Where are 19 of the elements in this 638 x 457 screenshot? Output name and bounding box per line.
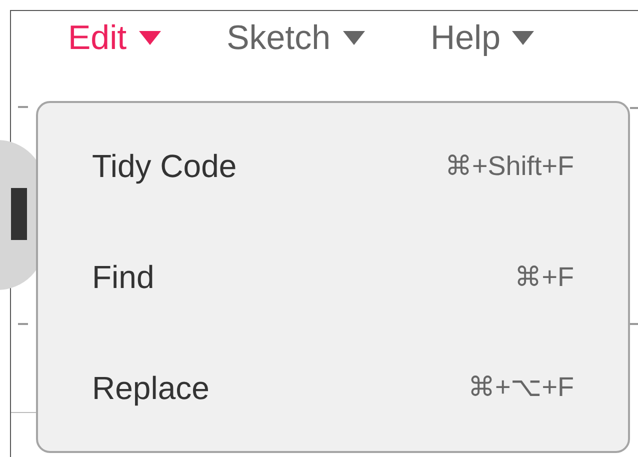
caret-icon	[342, 31, 365, 45]
dark-block	[11, 188, 27, 240]
caret-icon	[138, 31, 161, 45]
menu-item[interactable]: Sketch	[226, 14, 365, 62]
shortcut-text: ⌘+Shift+F	[444, 150, 574, 184]
menu-option[interactable]: Find ⌘+F	[38, 232, 628, 322]
menu-item[interactable]: Help	[430, 14, 534, 62]
caret-icon	[512, 31, 534, 45]
tick-mark	[630, 107, 638, 109]
menu-option[interactable]: Replace ⌘+⌥+F	[38, 342, 628, 433]
option-label: Find	[92, 258, 154, 297]
shortcut-text: ⌘+⌥+F	[468, 371, 574, 404]
tick-mark	[18, 106, 28, 108]
menu-option[interactable]: Tidy Code ⌘+Shift+F	[38, 121, 628, 212]
option-label: Replace	[92, 368, 210, 408]
option-label: Tidy Code	[92, 147, 237, 186]
tick-mark	[18, 323, 28, 325]
shortcut-text: ⌘+F	[514, 260, 574, 294]
menu-item[interactable]: Edit	[68, 14, 161, 62]
